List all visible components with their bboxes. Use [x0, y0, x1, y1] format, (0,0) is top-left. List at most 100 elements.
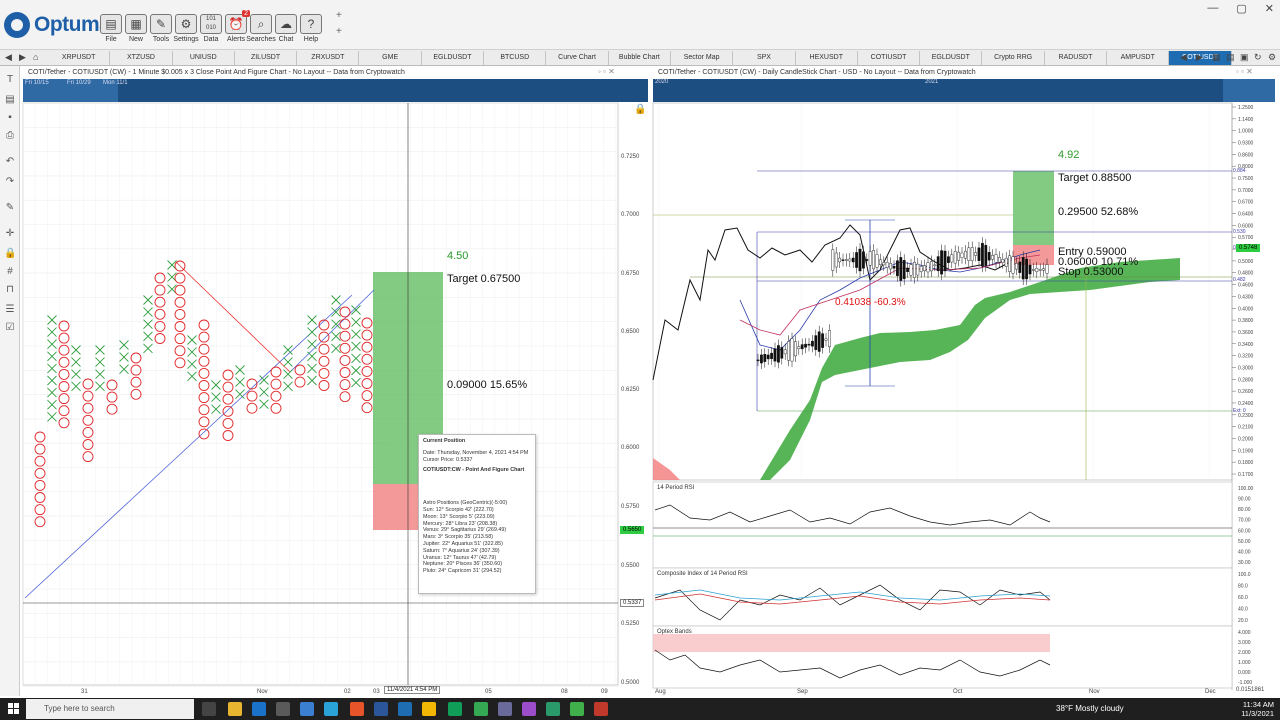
open-folder-icon[interactable]: ▤ — [4, 94, 16, 106]
lock-icon[interactable]: 🔒 — [4, 248, 16, 260]
grid-hash-icon[interactable]: # — [4, 266, 16, 278]
save-icon[interactable]: ▪ — [4, 112, 16, 124]
tab-btcusd[interactable]: BTCUSD — [484, 51, 547, 65]
minimize-icon[interactable]: — — [1207, 2, 1218, 15]
right-chart-window-buttons[interactable]: ◦ ▫ ✕ — [1236, 67, 1253, 76]
list-icon[interactable]: ☰ — [4, 304, 16, 316]
astro-row: Moon: 13° Scorpio 5' (223.09) — [423, 513, 495, 520]
left-chart-navigator[interactable]: Fri 10/15 Fri 10/29 Mon 11/1 — [23, 79, 648, 102]
tab-zilusdt[interactable]: ZILUSDT — [235, 51, 298, 65]
pf-o-mark — [58, 417, 70, 429]
candle-body — [950, 254, 954, 263]
tab-menu-icon[interactable]: ▦ — [1212, 52, 1221, 63]
recorder-icon[interactable] — [594, 702, 608, 716]
pencil-icon[interactable]: ✎ — [4, 202, 16, 214]
back-arrow-icon[interactable]: ◀ — [5, 52, 12, 63]
expand-plus-icon-2[interactable]: + — [336, 26, 342, 37]
pf-o-mark — [34, 467, 46, 479]
chrome-icon[interactable] — [422, 702, 436, 716]
expand-plus-icon[interactable]: + — [336, 10, 342, 21]
layout-grid-icon[interactable]: ▤ — [1226, 52, 1235, 63]
mail-icon[interactable] — [252, 702, 266, 716]
tab-crypto-rrg[interactable]: Crypto RRG — [983, 51, 1045, 65]
pf-x-mark — [211, 380, 221, 390]
tab-xtzusd[interactable]: XTZUSD — [110, 51, 173, 65]
tab-spx[interactable]: SPX — [733, 51, 796, 65]
text-tool-icon[interactable]: T — [4, 74, 16, 86]
tab-sector-map[interactable]: Sector Map — [671, 51, 734, 65]
windows-start-icon[interactable] — [8, 703, 20, 715]
store-icon[interactable] — [276, 702, 290, 716]
camtasia-icon[interactable] — [570, 702, 584, 716]
pf-o-mark — [82, 414, 94, 426]
candle-body — [953, 251, 957, 264]
taskbar-search-input[interactable]: Type here to search — [26, 699, 194, 719]
close-icon[interactable]: ✕ — [1265, 2, 1274, 15]
checklist-icon[interactable]: ☑ — [4, 322, 16, 334]
spotify-icon[interactable] — [474, 702, 488, 716]
magnet-icon[interactable]: ⊓ — [4, 284, 16, 296]
right-chart-navigator[interactable]: 2020 2021 — [653, 79, 1275, 102]
word-icon[interactable] — [374, 702, 388, 716]
obs-icon[interactable] — [546, 702, 560, 716]
maximize-icon[interactable]: ▢ — [1236, 2, 1246, 15]
tools-icon: ✎ — [150, 14, 172, 34]
chart-lock-icon[interactable]: 🔒 — [634, 104, 646, 115]
tab-uniusd[interactable]: UNIUSD — [173, 51, 235, 65]
pf-o-mark — [222, 405, 234, 417]
app-icon[interactable] — [498, 702, 512, 716]
tab-curve-chart[interactable]: Curve Chart — [546, 51, 609, 65]
tab-zrxusdt[interactable]: ZRXUSDT — [297, 51, 360, 65]
tab-xrpusdt[interactable]: XRPUSDT — [48, 51, 111, 65]
sheets-icon[interactable] — [448, 702, 462, 716]
print-icon[interactable]: ⎙ — [4, 130, 16, 142]
resistance-trendline — [175, 261, 291, 373]
left-chart-window-buttons[interactable]: ◦ ▫ ✕ — [598, 67, 615, 76]
forward-arrow-icon[interactable]: ▶ — [19, 52, 26, 63]
help-button[interactable]: ? Help — [299, 14, 323, 43]
right-y-tick: 0.4800 — [1238, 271, 1254, 277]
tab-egldusdt[interactable]: EGLDUSDT — [422, 51, 485, 65]
cloud-red-segment — [653, 458, 680, 480]
refresh-icon[interactable]: ↻ — [1254, 52, 1262, 63]
home-icon[interactable]: ⌂ — [33, 52, 38, 62]
right-y-tick: 0.2300 — [1238, 413, 1254, 419]
pf-o-mark — [339, 330, 351, 342]
tab-ampusdt[interactable]: AMPUSDT — [1107, 51, 1170, 65]
undo-icon[interactable]: ↶ — [4, 156, 16, 168]
tabs-left-icon[interactable]: ◀ — [1180, 52, 1187, 63]
right-y-tick: 1.1400 — [1238, 117, 1254, 123]
tab-gme[interactable]: GME — [360, 51, 422, 65]
right-chart-title: COTI/Tether - COTIUSDT (CW) - Daily Cand… — [658, 69, 976, 76]
candle-body — [882, 262, 886, 266]
optex-panel — [652, 625, 1233, 689]
brave-browser-icon[interactable] — [350, 702, 364, 716]
weather-widget[interactable]: 38°F Mostly cloudy — [1056, 704, 1124, 713]
candle-body — [1028, 264, 1032, 275]
left-x-tick: Nov — [257, 689, 268, 695]
tab-egldusdt[interactable]: EGLDUSDT — [920, 51, 983, 65]
task-view-icon[interactable] — [202, 702, 216, 716]
optuma-taskbar-icon[interactable] — [398, 702, 412, 716]
file-explorer-icon[interactable] — [228, 702, 242, 716]
tab-bubble-chart[interactable]: Bubble Chart — [609, 51, 671, 65]
tab-radusdt[interactable]: RADUSDT — [1045, 51, 1108, 65]
pf-x-mark — [211, 404, 221, 415]
windows-icon[interactable]: ▣ — [1240, 52, 1249, 63]
redo-icon[interactable]: ↷ — [4, 176, 16, 188]
crosshair-icon[interactable]: ✛ — [4, 228, 16, 240]
system-clock[interactable]: 11:34 AM 11/3/2021 — [1241, 700, 1274, 718]
photos-icon[interactable] — [300, 702, 314, 716]
pf-x-mark — [331, 319, 341, 330]
discord-icon[interactable] — [522, 702, 536, 716]
pf-o-mark — [198, 404, 210, 416]
rsi-tick: 100.00 — [1238, 486, 1254, 492]
candle-body — [1011, 256, 1015, 274]
settings-small-icon[interactable]: ⚙ — [1268, 52, 1276, 63]
pf-x-mark — [143, 307, 153, 317]
tab-hexusdt[interactable]: HEXUSDT — [796, 51, 858, 65]
tabs-right-icon[interactable]: ▶ — [1196, 52, 1203, 63]
tab-cotiusdt[interactable]: COTIUSDT — [858, 51, 921, 65]
skype-icon[interactable] — [324, 702, 338, 716]
astro-row: Mars: 3° Scorpio 35' (213.58) — [423, 534, 494, 541]
